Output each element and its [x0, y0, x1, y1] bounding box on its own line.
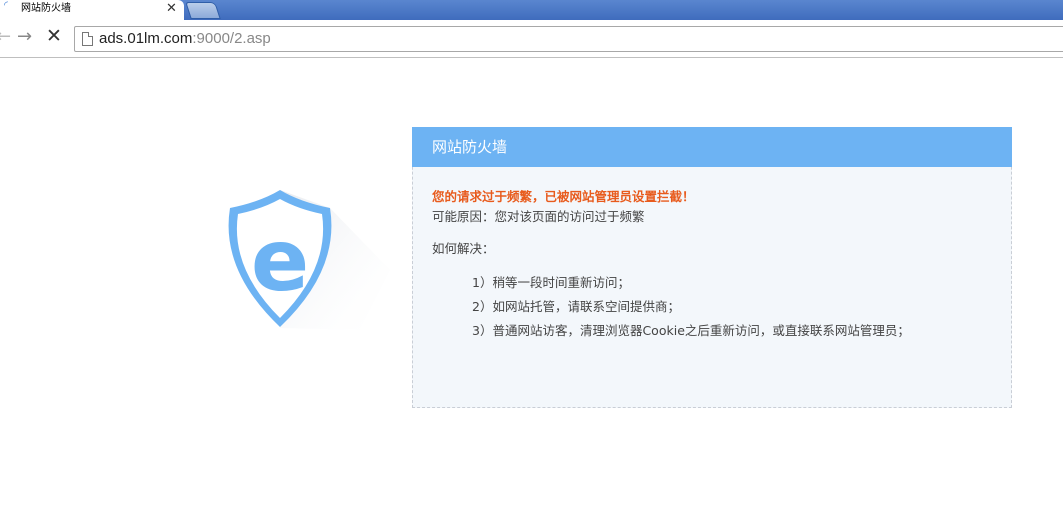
panel-header: 网站防火墙	[412, 127, 1012, 167]
block-reason: 可能原因：您对该页面的访问过于频繁	[432, 209, 645, 224]
new-tab-button[interactable]	[185, 2, 221, 19]
page-icon	[82, 32, 93, 46]
address-bar[interactable]: ads.01lm.com:9000/2.asp	[74, 26, 1063, 52]
loading-spinner-icon: ◜	[4, 0, 8, 11]
url-host: ads.01lm.com	[99, 30, 193, 47]
solution-step: 2）如网站托管，请联系空间提供商；	[472, 299, 680, 314]
tab-strip: ◜ 网站防火墙 ✕	[0, 0, 1063, 20]
solution-heading: 如何解决：	[432, 241, 495, 256]
browser-tab[interactable]: ◜ 网站防火墙 ✕	[0, 0, 184, 20]
solution-step: 1）稍等一段时间重新访问；	[472, 275, 630, 290]
firewall-panel	[412, 127, 1012, 408]
stop-loading-icon[interactable]: ✕	[46, 25, 62, 47]
url-path: :9000/2.asp	[192, 30, 271, 47]
logo-letter: e	[251, 211, 309, 311]
close-tab-icon[interactable]: ✕	[166, 1, 177, 17]
shield-e-icon: e	[200, 180, 400, 340]
forward-arrow-icon[interactable]: →	[17, 26, 32, 47]
panel-title: 网站防火墙	[432, 138, 508, 156]
browser-toolbar: ← → ✕ ads.01lm.com:9000/2.asp	[0, 20, 1063, 58]
back-arrow-icon[interactable]: ←	[0, 26, 11, 47]
block-alert-message: 您的请求过于频繁，已被网站管理员设置拦截！	[432, 189, 695, 204]
solution-step: 3）普通网站访客，清理浏览器Cookie之后重新访问，或直接联系网站管理员；	[472, 323, 910, 338]
url-text[interactable]: ads.01lm.com:9000/2.asp	[99, 29, 271, 48]
tab-title: 网站防火墙	[21, 3, 71, 14]
